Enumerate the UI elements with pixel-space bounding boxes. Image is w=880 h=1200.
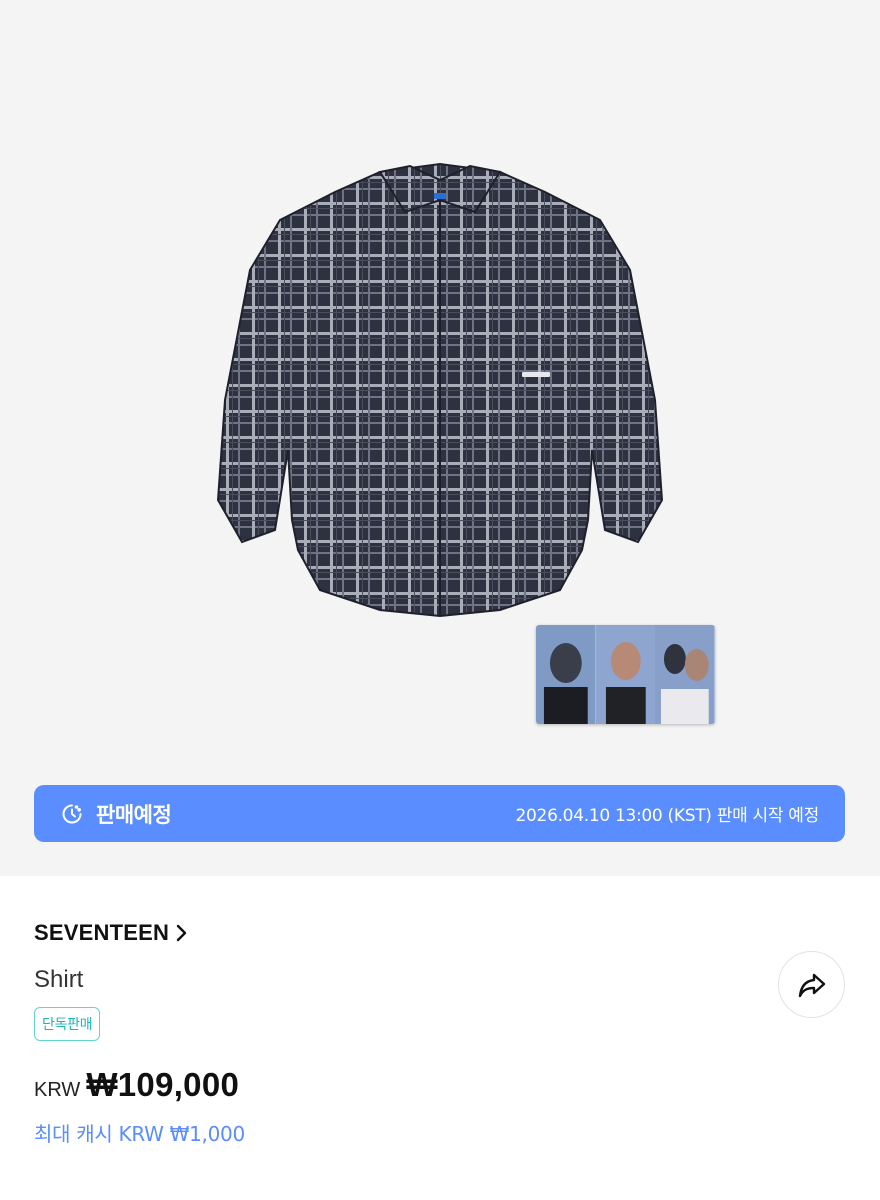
product-info: SEVENTEEN Shirt 단독판매 KRW ₩109,000 최대 캐시 … [0, 876, 880, 1200]
exclusive-sale-badge: 단독판매 [34, 1007, 101, 1041]
price-currency: KRW [34, 1079, 81, 1101]
artist-name: SEVENTEEN [34, 920, 170, 945]
sale-status-label: 판매예정 [96, 802, 172, 827]
max-cash-reward: 최대 캐시 KRW ₩1,000 [34, 1122, 245, 1146]
product-price: ₩109,000 [86, 1066, 240, 1103]
product-title: Shirt [34, 966, 84, 993]
photocard [536, 625, 596, 724]
photocard [595, 625, 656, 724]
artist-link[interactable]: SEVENTEEN [34, 920, 189, 946]
photocard-set-image [536, 625, 715, 724]
sale-status-banner: 판매예정 2026.04.10 13:00 (KST) 판매 시작 예정 [34, 785, 845, 842]
share-icon [798, 973, 825, 997]
chevron-right-icon [173, 924, 189, 942]
photocard [655, 625, 715, 724]
sale-start-datetime: 2026.04.10 13:00 (KST) 판매 시작 예정 [515, 806, 820, 826]
product-image-shirt [216, 162, 664, 618]
price-row: KRW ₩109,000 [34, 1066, 239, 1104]
share-button[interactable] [778, 951, 845, 1018]
clock-icon [60, 802, 84, 826]
product-gallery[interactable]: 판매예정 2026.04.10 13:00 (KST) 판매 시작 예정 [0, 0, 880, 876]
